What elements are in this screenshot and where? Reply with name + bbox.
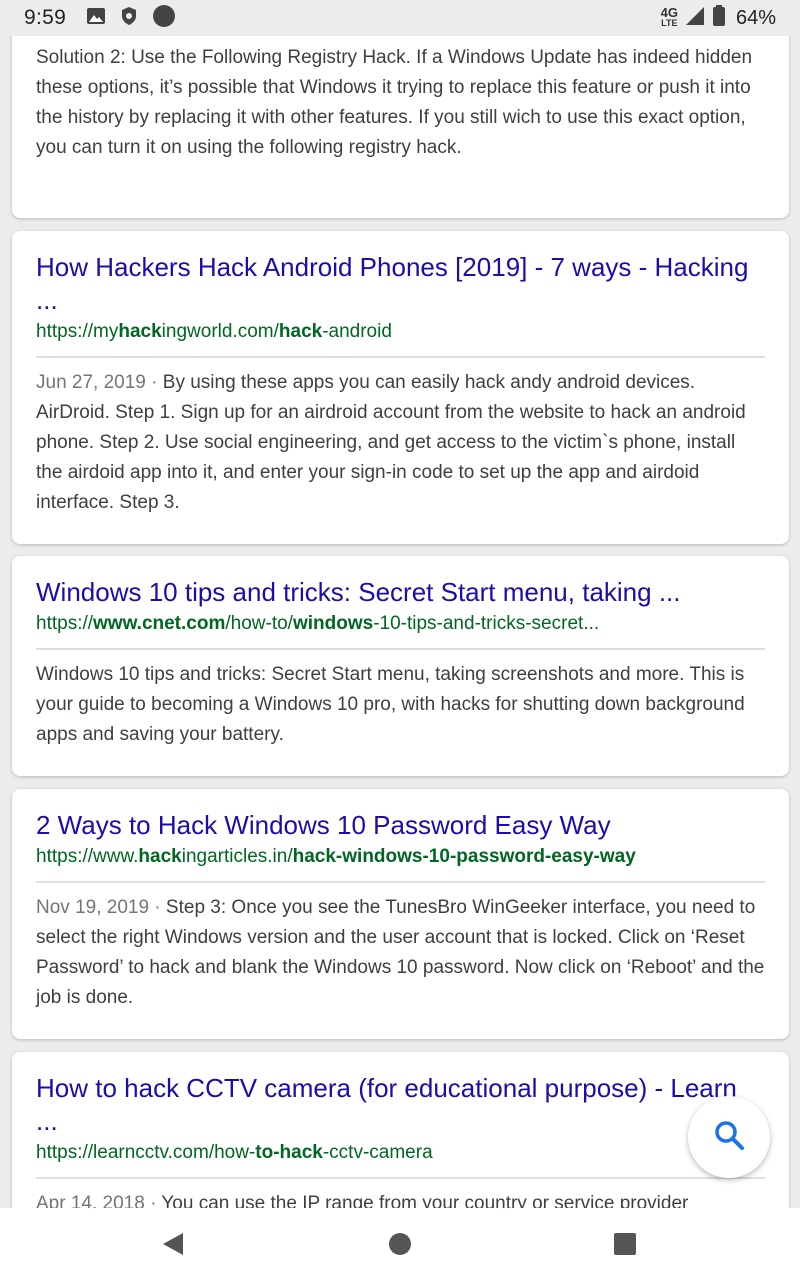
- url-part-bold: hack: [278, 321, 323, 342]
- divider: [36, 648, 765, 650]
- search-fab-button[interactable]: [688, 1096, 770, 1178]
- date-separator: ·: [144, 1193, 162, 1208]
- divider: [36, 356, 765, 358]
- url-part: https://learncctv.com/how-: [36, 1142, 256, 1163]
- result-url[interactable]: https://www.cnet.com/how-to/windows-10-t…: [36, 611, 765, 637]
- result-card: How to hack CCTV camera (for educational…: [12, 1052, 789, 1208]
- navigation-bar: [0, 1208, 800, 1280]
- url-part: https://my: [36, 321, 119, 342]
- url-part: -10-tips-and-tricks-secret...: [373, 613, 600, 634]
- battery-icon: [712, 4, 726, 32]
- url-part: -android: [322, 321, 392, 342]
- shield-icon: [120, 6, 138, 31]
- result-date: Nov 19, 2019: [36, 897, 150, 918]
- back-icon[interactable]: [161, 1232, 185, 1261]
- result-title-link[interactable]: Windows 10 tips and tricks: Secret Start…: [36, 576, 765, 609]
- network-type: 4G LTE: [661, 6, 678, 29]
- result-snippet: Nov 19, 2019 · Step 3: Once you see the …: [36, 893, 765, 1013]
- result-url[interactable]: https://learncctv.com/how-to-hack-cctv-c…: [36, 1140, 765, 1166]
- result-url[interactable]: https://www.hackingarticles.in/hack-wind…: [36, 844, 765, 870]
- result-snippet-text: You can use the IP range from your count…: [161, 1193, 689, 1208]
- url-part-bold: hack: [138, 846, 182, 867]
- url-part: ingworld.com/: [161, 321, 279, 342]
- result-card: Windows 10 tips and tricks: Secret Start…: [12, 556, 789, 776]
- result-card: How Hackers Hack Android Phones [2019] -…: [12, 231, 789, 544]
- url-part-bold: www.cnet.com: [93, 613, 226, 634]
- result-title-link[interactable]: How to hack CCTV camera (for educational…: [36, 1072, 765, 1138]
- date-separator: ·: [149, 897, 166, 918]
- result-url[interactable]: https://myhackingworld.com/hack-android: [36, 319, 765, 345]
- url-part: https://: [36, 613, 94, 634]
- status-time: 9:59: [24, 6, 67, 29]
- url-part: https://www.: [36, 846, 139, 867]
- result-snippet: Windows 10 tips and tricks: Secret Start…: [36, 664, 745, 745]
- result-title-link[interactable]: 2 Ways to Hack Windows 10 Password Easy …: [36, 809, 765, 842]
- result-snippet: Solution 2: Use the Following Registry H…: [36, 47, 753, 158]
- result-snippet: Jun 27, 2019 · By using these apps you c…: [36, 368, 765, 518]
- result-card: 2 Ways to Hack Windows 10 Password Easy …: [12, 789, 789, 1039]
- url-part-bold: windows: [292, 613, 374, 634]
- image-icon: [86, 6, 106, 31]
- circle-icon: [152, 4, 176, 33]
- result-card: Solution 2: Use the Following Registry H…: [12, 36, 789, 218]
- result-date: Jun 27, 2019: [36, 372, 146, 393]
- url-part-bold: to-hack: [255, 1142, 323, 1163]
- url-part: /how-to/: [225, 613, 293, 634]
- divider: [36, 1177, 765, 1179]
- url-part-bold: hack: [118, 321, 162, 342]
- url-part: ingarticles.in/: [181, 846, 293, 867]
- battery-percent: 64%: [735, 6, 776, 29]
- result-snippet: Apr 14, 2018 · You can use the IP range …: [36, 1189, 765, 1208]
- recents-icon[interactable]: [613, 1232, 637, 1261]
- search-results: Solution 2: Use the Following Registry H…: [0, 36, 800, 1208]
- divider: [36, 881, 765, 883]
- date-separator: ·: [145, 372, 163, 393]
- status-bar: 9:59 4G LTE 64%: [0, 0, 800, 36]
- home-icon[interactable]: [388, 1232, 412, 1261]
- signal-icon: [684, 5, 706, 32]
- network-sub-label: LTE: [661, 18, 678, 28]
- search-icon: [712, 1118, 746, 1157]
- result-title-link[interactable]: How Hackers Hack Android Phones [2019] -…: [36, 251, 765, 317]
- result-date: Apr 14, 2018: [36, 1193, 145, 1208]
- url-part-bold: hack-windows-10-password-easy-way: [292, 846, 636, 867]
- url-part: -cctv-camera: [322, 1142, 433, 1163]
- result-snippet-text: By using these apps you can easily hack …: [36, 372, 746, 513]
